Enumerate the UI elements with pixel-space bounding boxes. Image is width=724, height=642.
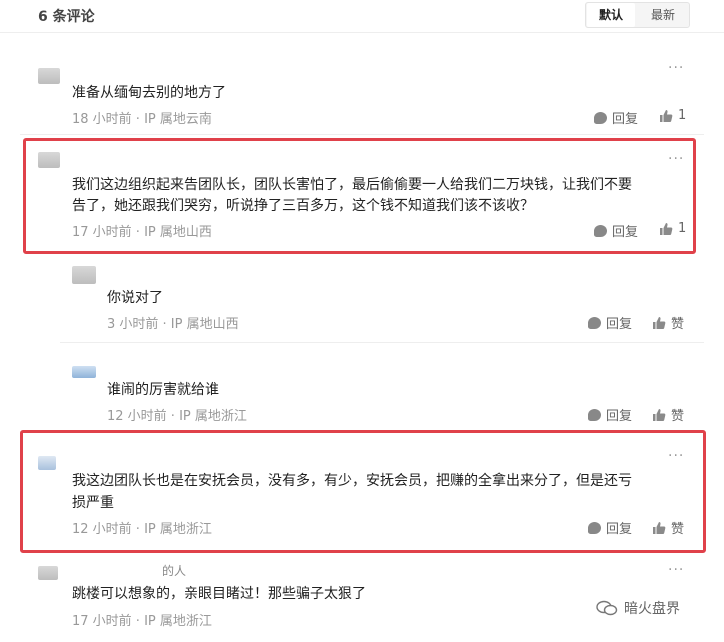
avatar[interactable]: [72, 266, 96, 284]
reply-icon: [588, 408, 601, 421]
comment-text-line-1: 我们这边组织起来告团队长，团队长害怕了，最后偷偷要一人给我们二万块钱，让我们不要: [72, 177, 632, 193]
like-label: 赞: [671, 409, 685, 424]
comment-meta: 3 小时前 · IP 属地山西: [107, 317, 239, 332]
comment-meta: 12 小时前 · IP 属地浙江: [72, 522, 212, 537]
like-button[interactable]: 赞: [652, 405, 684, 424]
more-options-icon[interactable]: ···: [668, 448, 684, 464]
watermark: 暗火盘界: [596, 598, 680, 618]
avatar[interactable]: [38, 152, 60, 168]
like-label: 赞: [671, 317, 685, 332]
comment-text: 谁闹的厉害就给谁: [107, 382, 219, 398]
thumb-up-icon: [652, 521, 666, 535]
thumb-up-icon: [659, 109, 673, 123]
comment-count: 6 条评论: [38, 9, 95, 25]
more-options-icon[interactable]: ···: [668, 562, 684, 578]
comments-header: 6 条评论 默认 最新: [0, 0, 724, 33]
comment-text: 你说对了: [107, 290, 163, 306]
comment-meta: 12 小时前 · IP 属地浙江: [107, 409, 247, 424]
comment-meta: 17 小时前 · IP 属地山西: [72, 225, 212, 240]
comment-text-line-2: 告了，她还跟我们哭穷，听说挣了三百多万，这个钱不知道我们该不该收？: [72, 198, 534, 214]
like-count: 1: [678, 221, 687, 236]
more-options-icon[interactable]: ···: [668, 151, 684, 167]
reply-label: 回复: [606, 317, 633, 332]
reply-label: 回复: [612, 112, 639, 127]
reply-label: 回复: [606, 409, 633, 424]
reply-icon: [588, 316, 601, 329]
sort-default-tab[interactable]: 默认: [587, 3, 635, 27]
avatar[interactable]: [38, 566, 58, 580]
like-button[interactable]: 赞: [652, 518, 684, 537]
like-button[interactable]: 赞: [652, 313, 684, 332]
like-button[interactable]: 1: [659, 108, 686, 123]
reply-button[interactable]: 回复: [594, 108, 638, 127]
comment-text: 准备从缅甸去别的地方了: [72, 85, 226, 101]
more-options-icon[interactable]: ···: [668, 60, 684, 76]
reply-button[interactable]: 回复: [588, 518, 632, 537]
like-button[interactable]: 1: [659, 221, 686, 236]
thumb-up-icon: [659, 222, 673, 236]
avatar[interactable]: [38, 456, 56, 470]
reply-label: 回复: [606, 522, 633, 537]
comments-page: 6 条评论 默认 最新 ··· 准备从缅甸去别的地方了 18 小时前 · IP …: [0, 0, 724, 642]
sort-latest-tab[interactable]: 最新: [638, 3, 688, 27]
wechat-icon: [596, 600, 618, 616]
comment-text: 跳楼可以想象的，亲眼目睹过！那些骗子太狠了: [72, 586, 366, 602]
like-count: 1: [678, 108, 687, 123]
avatar[interactable]: [72, 366, 96, 378]
reply-icon: [588, 521, 601, 534]
divider: [60, 342, 704, 343]
reply-button[interactable]: 回复: [588, 405, 632, 424]
reply-button[interactable]: 回复: [594, 221, 638, 240]
reply-icon: [594, 111, 607, 124]
watermark-text: 暗火盘界: [624, 601, 680, 617]
comment-text-line-2: 损严重: [72, 495, 114, 511]
comment-meta: 18 小时前 · IP 属地云南: [72, 112, 212, 127]
sort-tabs: 默认 最新: [585, 2, 690, 28]
comment-text-line-1: 我这边团队长也是在安抚会员，没有多，有少，安抚会员，把赚的全拿出来分了，但是还亏: [72, 473, 632, 489]
comment-meta: 17 小时前 · IP 属地浙江: [72, 614, 212, 629]
username[interactable]: 的人: [162, 562, 186, 578]
divider: [20, 134, 704, 135]
reply-icon: [594, 224, 607, 237]
avatar[interactable]: [38, 68, 60, 84]
like-label: 赞: [671, 522, 685, 537]
reply-label: 回复: [612, 225, 639, 240]
thumb-up-icon: [652, 408, 666, 422]
thumb-up-icon: [652, 316, 666, 330]
reply-button[interactable]: 回复: [588, 313, 632, 332]
